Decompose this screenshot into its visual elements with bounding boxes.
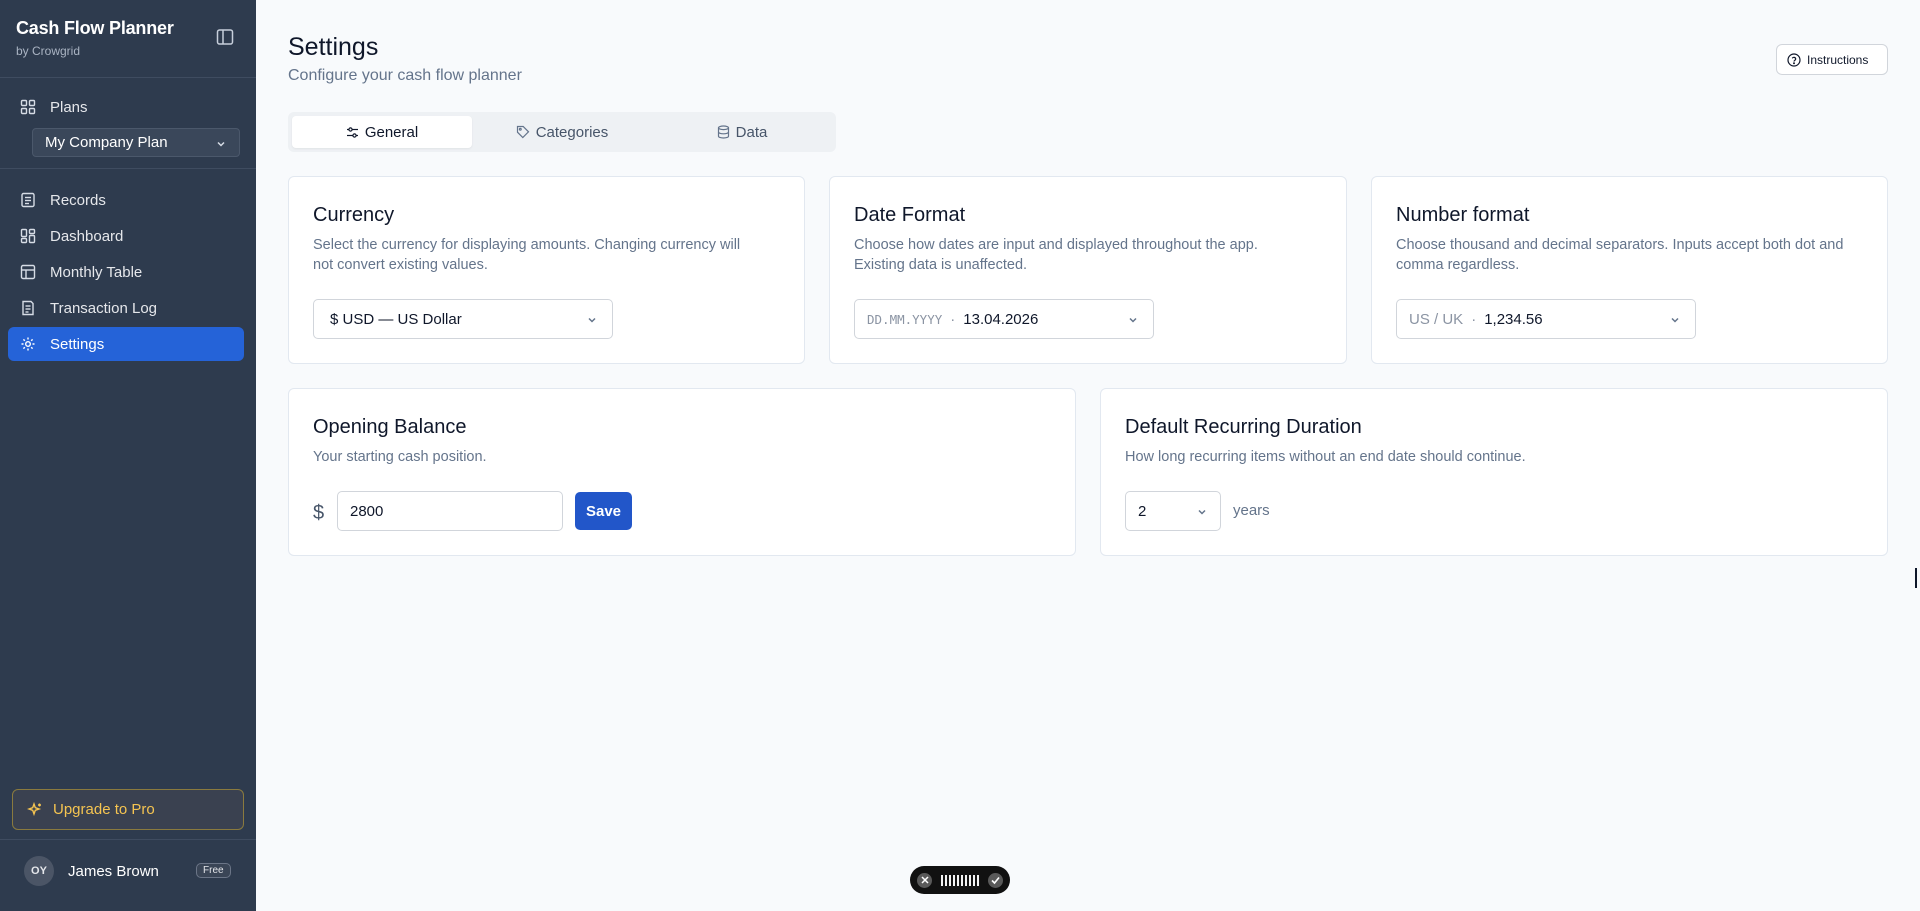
- chevron-down-icon: [1196, 505, 1208, 522]
- recording-toolbar: [910, 866, 1010, 894]
- desc-line: Select the currency for displaying amoun…: [313, 237, 741, 253]
- table-icon: [20, 264, 36, 280]
- sidebar-item-label: Monthly Table: [50, 263, 143, 281]
- card-title: Opening Balance: [313, 416, 467, 438]
- date-format-select[interactable]: DD.MM.YYYY · 13.04.2026: [854, 299, 1154, 339]
- desc-line: Choose how dates are input and displayed…: [854, 237, 1258, 253]
- number-format-select[interactable]: US / UK · 1,234.56: [1396, 299, 1696, 339]
- gear-icon: [20, 336, 36, 352]
- help-circle-icon: [1787, 52, 1801, 67]
- tab-label: General: [364, 123, 419, 141]
- number-example: 1,234.56: [1484, 310, 1543, 328]
- close-icon[interactable]: [917, 872, 932, 888]
- sidebar-item-settings[interactable]: Settings: [8, 327, 244, 361]
- plan-badge: Free: [196, 863, 231, 878]
- avatar: OY: [24, 856, 54, 886]
- card-title: Default Recurring Duration: [1125, 416, 1362, 438]
- currency-card: Currency Select the currency for display…: [288, 176, 805, 364]
- date-format-card: Date Format Choose how dates are input a…: [829, 176, 1347, 364]
- app-subtitle: by Crowgrid: [16, 44, 81, 58]
- chevron-down-icon: [215, 137, 227, 154]
- chevron-down-icon: [1669, 313, 1681, 330]
- page-subtitle: Configure your cash flow planner: [288, 67, 522, 84]
- years-label: years: [1233, 502, 1270, 519]
- settings-tabs: General Categories Data: [288, 112, 836, 152]
- card-title: Number format: [1396, 204, 1530, 226]
- desc-line: comma regardless.: [1396, 257, 1520, 273]
- desc-line: Choose thousand and decimal separators. …: [1396, 237, 1844, 253]
- sidebar-item-plans[interactable]: Plans: [8, 90, 244, 124]
- desc-line: not convert existing values.: [313, 257, 488, 273]
- number-format-card: Number format Choose thousand and decima…: [1371, 176, 1888, 364]
- divider: [0, 168, 256, 169]
- instructions-label: Instructions: [1807, 52, 1869, 67]
- card-description: Your starting cash position.: [313, 449, 487, 465]
- save-button[interactable]: Save: [575, 492, 632, 530]
- separator: ·: [1471, 310, 1477, 328]
- date-pattern: DD.MM.YYYY: [867, 311, 943, 327]
- divider: [0, 839, 256, 840]
- recurring-years-select[interactable]: 2: [1125, 491, 1221, 531]
- sidebar-item-label: Plans: [50, 98, 88, 116]
- sparkle-icon: [27, 801, 43, 818]
- recurring-value: 2: [1138, 502, 1147, 520]
- log-icon: [20, 300, 36, 316]
- plan-select-value: My Company Plan: [45, 134, 168, 151]
- app-title: Cash Flow Planner: [16, 18, 174, 38]
- database-icon: [717, 125, 730, 139]
- tab-label: Data: [735, 123, 768, 141]
- number-locale: US / UK: [1409, 310, 1464, 328]
- dashboard-icon: [20, 228, 36, 244]
- chevron-down-icon: [586, 313, 598, 330]
- tag-icon: [516, 125, 530, 139]
- currency-symbol: $: [313, 502, 325, 524]
- sidebar-item-label: Dashboard: [50, 227, 124, 245]
- card-description: Select the currency for displaying amoun…: [313, 235, 740, 275]
- plan-select[interactable]: My Company Plan: [32, 128, 240, 157]
- card-title: Date Format: [854, 204, 966, 226]
- tab-categories[interactable]: Categories: [472, 116, 652, 148]
- records-icon: [20, 192, 36, 208]
- text-cursor: [1915, 568, 1917, 588]
- desc-line: Existing data is unaffected.: [854, 257, 1028, 273]
- card-description: Choose how dates are input and displayed…: [854, 235, 1258, 275]
- sidebar-item-label: Transaction Log: [50, 299, 158, 317]
- divider: [0, 77, 256, 78]
- sidebar-item-monthly-table[interactable]: Monthly Table: [8, 255, 244, 289]
- currency-select[interactable]: $ USD — US Dollar: [313, 299, 613, 339]
- check-icon[interactable]: [988, 872, 1003, 888]
- card-title: Currency: [313, 204, 395, 226]
- upgrade-label: Upgrade to Pro: [53, 801, 155, 818]
- tab-general[interactable]: General: [292, 116, 472, 148]
- sidebar-toggle-icon[interactable]: [216, 28, 236, 48]
- sidebar-item-records[interactable]: Records: [8, 183, 244, 217]
- currency-value: $ USD — US Dollar: [330, 310, 462, 328]
- sidebar-item-dashboard[interactable]: Dashboard: [8, 219, 244, 253]
- tab-label: Categories: [535, 123, 609, 141]
- recurring-duration-card: Default Recurring Duration How long recu…: [1100, 388, 1888, 556]
- sidebar-item-label: Settings: [50, 335, 105, 353]
- chevron-down-icon: [1127, 313, 1139, 330]
- upgrade-button[interactable]: Upgrade to Pro: [12, 789, 244, 830]
- sidebar: Cash Flow Planner by Crowgrid Plans My C…: [0, 0, 256, 911]
- tab-data[interactable]: Data: [652, 116, 832, 148]
- grid-icon: [20, 99, 36, 115]
- separator: ·: [950, 310, 956, 328]
- audio-waveform-icon: [941, 874, 979, 886]
- opening-balance-card: Opening Balance Your starting cash posit…: [288, 388, 1076, 556]
- date-example: 13.04.2026: [963, 310, 1039, 328]
- sidebar-item-transaction-log[interactable]: Transaction Log: [8, 291, 244, 325]
- instructions-button[interactable]: Instructions: [1776, 44, 1888, 75]
- opening-balance-input[interactable]: [337, 491, 563, 531]
- user-profile[interactable]: OY James Brown: [24, 856, 159, 886]
- brand: Cash Flow Planner by Crowgrid: [16, 18, 174, 58]
- sliders-icon: [346, 126, 359, 139]
- sidebar-item-label: Records: [50, 191, 106, 209]
- card-description: How long recurring items without an end …: [1125, 449, 1526, 465]
- card-description: Choose thousand and decimal separators. …: [1396, 235, 1843, 275]
- user-name: James Brown: [68, 862, 159, 880]
- page-title: Settings: [288, 33, 379, 61]
